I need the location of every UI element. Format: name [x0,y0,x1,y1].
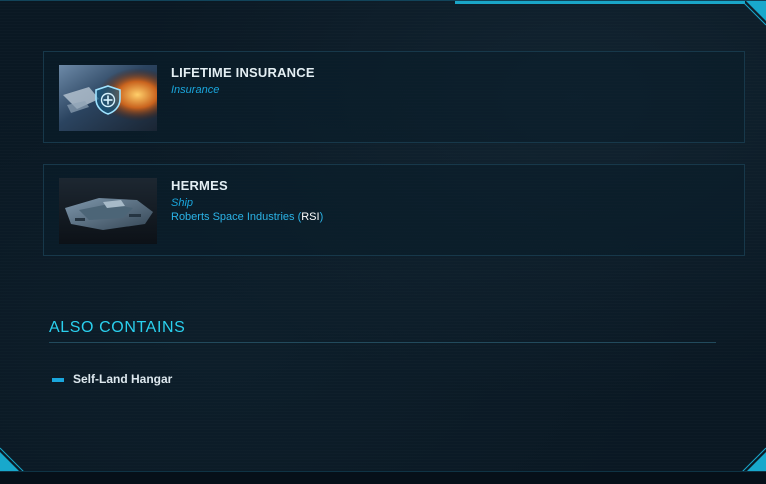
manufacturer-code: RSI [301,211,320,223]
shield-plus-icon [95,85,121,115]
bottom-edge [0,471,766,484]
item-manufacturer[interactable]: Roberts Space Industries (RSI) [171,211,323,223]
package-contents-panel: LIFETIME INSURANCE Insurance HERMES Ship… [0,0,766,484]
manufacturer-close: ) [319,211,324,223]
item-type: Ship [171,197,194,209]
also-contains-heading: ALSO CONTAINS [49,319,186,336]
manufacturer-name: Roberts Space Industries ( [171,211,302,223]
corner-decoration-bottom-left [0,446,26,472]
item-type: Insurance [171,84,220,96]
corner-decoration-top-right [740,1,766,27]
item-card-insurance[interactable]: LIFETIME INSURANCE Insurance [43,51,745,143]
section-divider [49,342,716,343]
list-item-label: Self-Land Hangar [73,372,173,386]
item-title: HERMES [171,178,228,193]
corner-decoration-bottom-right [740,446,766,472]
item-title: LIFETIME INSURANCE [171,65,315,80]
bullet-icon [52,378,64,382]
top-accent-bar [455,1,745,4]
ship-image [59,178,157,244]
item-card-ship[interactable]: HERMES Ship Roberts Space Industries (RS… [43,164,745,256]
